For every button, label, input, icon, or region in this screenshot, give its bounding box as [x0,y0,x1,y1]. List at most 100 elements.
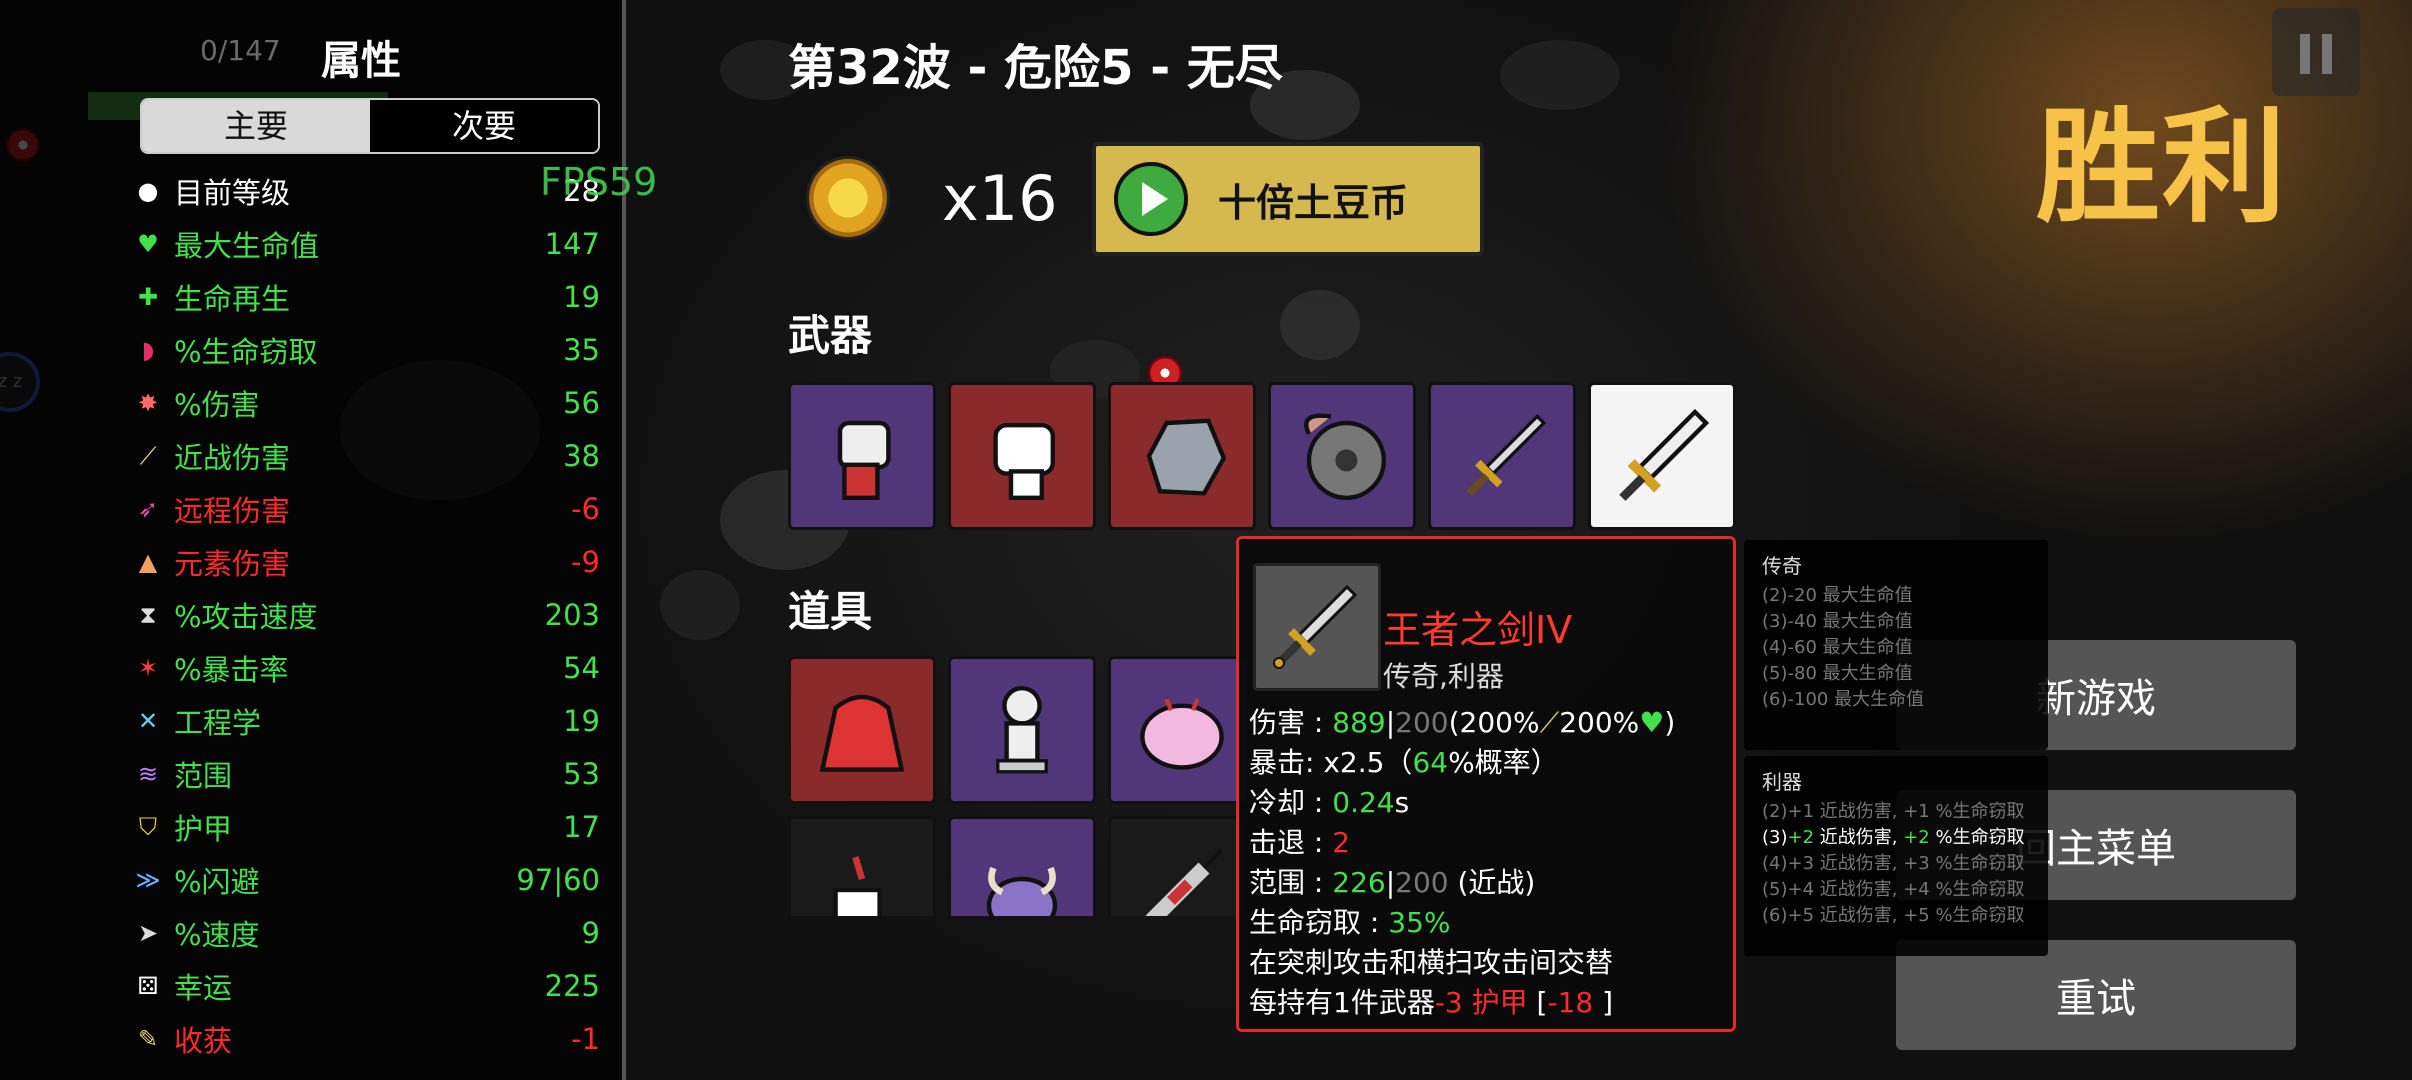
tooltip-weapon-type: 传奇,利器 [1383,660,1504,693]
set-bonus-line: (3)-40 最大生命值 [1762,611,1913,632]
stat-value: 38 [563,438,600,473]
tenx-coins-label: 十倍土豆币 [1218,180,1409,225]
set-bonus-line: (2)-20 最大生命值 [1762,585,1913,606]
weapon-slot[interactable] [1588,382,1736,530]
tooltip-weapon-thumbnail [1253,563,1381,691]
stat-row: ⚄ 幸运 225 [134,959,600,1012]
stat-label: 工程学 [174,705,262,740]
stat-row: ● 目前等级 28 [134,164,600,217]
fps-counter: FPS59 [540,160,658,204]
stat-label: %伤害 [174,387,260,422]
set-bonus-line-active: (3)+2 近战伤害, +2 %生命窃取 [1762,827,2025,848]
stat-value: 97|60 [516,862,600,897]
excalibur-icon [1273,584,1358,669]
stat-row: ◗ %生命窃取 35 [134,323,600,376]
stat-label: %生命窃取 [174,334,318,369]
stats-tabs: 主要 次要 [140,98,600,154]
red-hoodie-icon [819,694,905,772]
stat-row: ⟋ 近战伤害 38 [134,429,600,482]
enemy-silhouette [1280,290,1360,360]
stat-row: ▲ 元素伤害 -9 [134,535,600,588]
tooltip-stat-lines: 伤害 : 889|200(200%⟋200%♥) 暴击: x2.5（64%概率）… [1249,701,1727,1021]
stat-value: -1 [571,1021,600,1056]
stat-value: 17 [563,809,600,844]
stat-row: ✕ 工程学 19 [134,694,600,747]
item-slot[interactable] [788,656,936,804]
statue-icon [996,686,1048,774]
stat-value: 9 [581,915,600,950]
stat-value: 19 [563,703,600,738]
stat-value: 19 [563,279,600,314]
set-bonus-legendary: 传奇 (2)-20 最大生命值 (3)-40 最大生命值 (4)-60 最大生命… [1744,540,2048,750]
range-icon: ≋ [137,759,159,788]
pause-button[interactable] [2272,8,2360,96]
victory-title: 胜利 [2036,96,2289,240]
stat-value: -6 [571,491,600,526]
tab-secondary[interactable]: 次要 [370,100,598,152]
tooltip-crit-line: 暴击: x2.5（64%概率） [1249,746,1559,779]
potato-coin-icon [806,156,890,240]
weapon-slot[interactable] [1428,382,1576,530]
item-slot[interactable] [948,656,1096,804]
stat-label: %攻击速度 [174,599,318,634]
weapon-slot[interactable] [788,382,936,530]
tooltip-effect-2: 每持有1件武器-3 护甲 [-18 ] [1249,986,1614,1019]
stat-row: ⛉ 护甲 17 [134,800,600,853]
tenx-coins-button[interactable]: 十倍土豆币 [1092,142,1484,256]
stat-value: 147 [544,226,600,261]
heart-icon: ♥ [137,229,159,258]
coin-count: x16 [942,162,1058,235]
stat-value: 203 [544,597,600,632]
tooltip-damage-line: 伤害 : 889|200(200%⟋200%♥) [1249,706,1676,739]
stat-label: 收获 [174,1023,233,1058]
set-bonus-line: (5)+4 近战伤害, +4 %生命窃取 [1762,879,2025,900]
item-slot[interactable] [788,816,936,916]
stat-label: 护甲 [174,811,233,846]
engineering-icon: ✕ [137,706,159,735]
stat-label: %闪避 [174,864,260,899]
armor-icon: ⛉ [139,812,157,841]
brain-icon [1140,698,1224,770]
harvest-icon: ✎ [137,1024,159,1053]
weapon-slot[interactable] [1268,382,1416,530]
stat-label: 最大生命值 [174,228,320,263]
hp-scaling-icon: ♥ [1639,706,1665,739]
set-bonus-sharp-title: 利器 [1762,770,1802,794]
set-bonus-sharp: 利器 (2)+1 近战伤害, +1 %生命窃取 (3)+2 近战伤害, +2 %… [1744,756,2048,956]
set-bonus-line: (4)-60 最大生命值 [1762,637,1913,658]
stat-row: ➶ 远程伤害 -6 [134,482,600,535]
stat-row: ♥ 最大生命值 147 [134,217,600,270]
item-slot[interactable] [1108,816,1246,916]
stat-value: 225 [544,968,600,1003]
item-slot[interactable] [948,816,1096,916]
stat-label: %暴击率 [174,652,289,687]
level-icon: ● [137,176,159,205]
retry-button[interactable]: 重试 [1896,940,2296,1050]
tooltip-range-line: 范围 : 226|200 (近战) [1249,866,1536,899]
horned-creature-icon [986,866,1058,916]
stat-value: 35 [563,332,600,367]
tab-primary[interactable]: 主要 [142,100,370,152]
stat-label: 远程伤害 [174,493,291,528]
stat-label: 目前等级 [174,175,291,210]
stat-row: ⧗ %攻击速度 203 [134,588,600,641]
stat-list: ● 目前等级 28 ♥ 最大生命值 147 ✚ 生命再生 19 ◗ %生命窃取 35 ✸ %伤害 56 ⟋ 近战… [134,164,600,1065]
stat-label: 近战伤害 [174,440,291,475]
set-bonus-line: (6)+5 近战伤害, +5 %生命窃取 [1762,905,2025,926]
weapon-slot[interactable] [1108,382,1256,530]
item-slot[interactable] [1108,656,1246,804]
stat-label: 范围 [174,758,233,793]
sword-icon [1466,414,1547,497]
weapon-slot[interactable] [948,382,1096,530]
stat-row: ✶ %暴击率 54 [134,641,600,694]
coffee-cup-icon [833,856,882,916]
stat-label: 幸运 [174,970,233,1005]
excalibur-icon [1619,408,1710,501]
stat-row: ≫ %闪避 97|60 [134,853,600,906]
damage-icon: ✸ [137,388,159,417]
speed-icon: ➤ [137,918,159,947]
stat-value: 53 [563,756,600,791]
set-bonus-line: (2)+1 近战伤害, +1 %生命窃取 [1762,801,2025,822]
enemy-silhouette [1500,40,1620,110]
tooltip-cooldown-line: 冷却 : 0.24s [1249,786,1410,819]
